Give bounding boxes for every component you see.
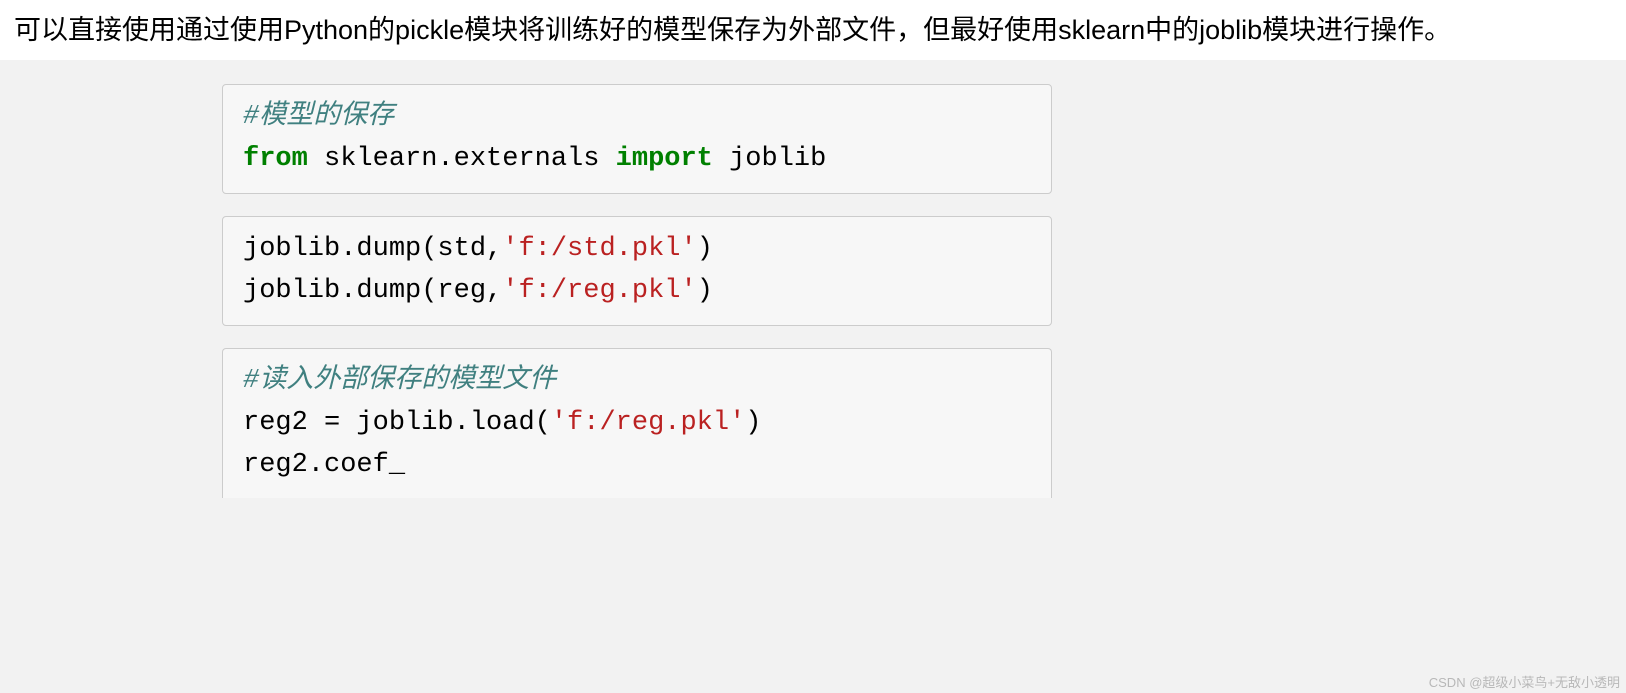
code-text: joblib.dump(reg, <box>243 276 502 306</box>
string-literal: 'f:/reg.pkl' <box>551 408 745 438</box>
code-block-2: joblib.dump(std,'f:/std.pkl') joblib.dum… <box>222 216 1052 326</box>
comment-text: #读入外部保存的模型文件 <box>243 366 556 396</box>
code-line: #读入外部保存的模型文件 <box>243 361 1031 403</box>
code-text: joblib.dump(std, <box>243 234 502 264</box>
module-name: joblib <box>713 144 826 174</box>
code-text: reg2 = joblib.load( <box>243 408 551 438</box>
code-block-3: #读入外部保存的模型文件 reg2 = joblib.load('f:/reg.… <box>222 348 1052 499</box>
keyword-import: import <box>616 144 713 174</box>
code-line: from sklearn.externals import joblib <box>243 139 1031 181</box>
code-line: joblib.dump(reg,'f:/reg.pkl') <box>243 271 1031 313</box>
keyword-from: from <box>243 144 308 174</box>
code-line: reg2 = joblib.load('f:/reg.pkl') <box>243 403 1031 445</box>
intro-paragraph: 可以直接使用通过使用Python的pickle模块将训练好的模型保存为外部文件，… <box>14 12 1612 48</box>
code-area: #模型的保存 from sklearn.externals import job… <box>222 84 1052 498</box>
code-text: ) <box>745 408 761 438</box>
code-line: #模型的保存 <box>243 97 1031 139</box>
module-name: sklearn.externals <box>308 144 616 174</box>
watermark-text: CSDN @超级小菜鸟+无敌小透明 <box>1429 672 1620 691</box>
string-literal: 'f:/reg.pkl' <box>502 276 696 306</box>
intro-container: 可以直接使用通过使用Python的pickle模块将训练好的模型保存为外部文件，… <box>0 0 1626 60</box>
code-text: ) <box>697 234 713 264</box>
code-line: joblib.dump(std,'f:/std.pkl') <box>243 229 1031 271</box>
code-block-1: #模型的保存 from sklearn.externals import job… <box>222 84 1052 194</box>
string-literal: 'f:/std.pkl' <box>502 234 696 264</box>
code-text: ) <box>697 276 713 306</box>
comment-text: #模型的保存 <box>243 102 394 132</box>
code-text: reg2.coef_ <box>243 450 405 480</box>
code-line: reg2.coef_ <box>243 445 1031 487</box>
